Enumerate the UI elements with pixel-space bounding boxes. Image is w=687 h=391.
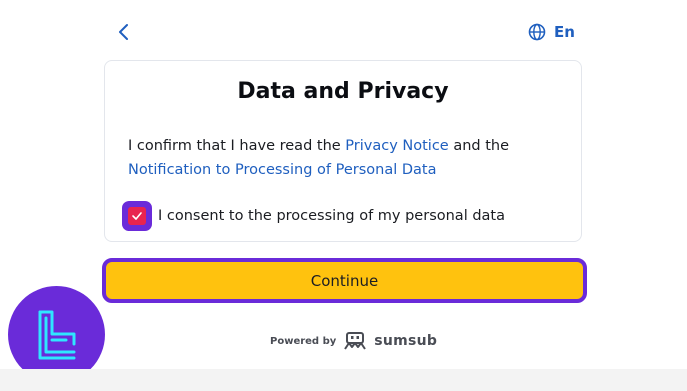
card-title: Data and Privacy [237,79,449,104]
powered-by-text: Powered by [270,335,337,347]
chevron-left-icon [119,24,128,40]
bottom-strip [0,369,687,391]
brand-logo-icon [38,310,75,359]
consent-label: I consent to the processing of my person… [158,208,505,224]
page: En Data and Privacy I confirm that I hav… [0,0,687,391]
consent-row: I consent to the processing of my person… [122,201,505,231]
check-icon [132,212,142,220]
privacy-notice-link[interactable]: Privacy Notice [345,138,448,154]
sumsub-logo-icon [344,332,367,350]
confirm-prefix: I confirm that I have read the [128,138,346,154]
sumsub-brand-name: sumsub [374,333,438,349]
confirm-text: I confirm that I have read the Privacy N… [128,134,568,182]
checkbox-box [128,207,146,225]
notification-link[interactable]: Notification to Processing of Personal D… [128,162,436,178]
back-button[interactable] [112,20,136,44]
consent-checkbox[interactable] [122,201,152,231]
powered-by-footer: Powered by sumsub [270,332,437,350]
globe-icon [528,23,546,41]
confirm-middle: and the [448,138,510,154]
continue-button[interactable]: Continue [102,258,587,303]
privacy-card: Data and Privacy I confirm that I have r… [104,60,582,242]
language-switcher[interactable]: En [528,20,575,44]
language-label: En [554,23,575,41]
